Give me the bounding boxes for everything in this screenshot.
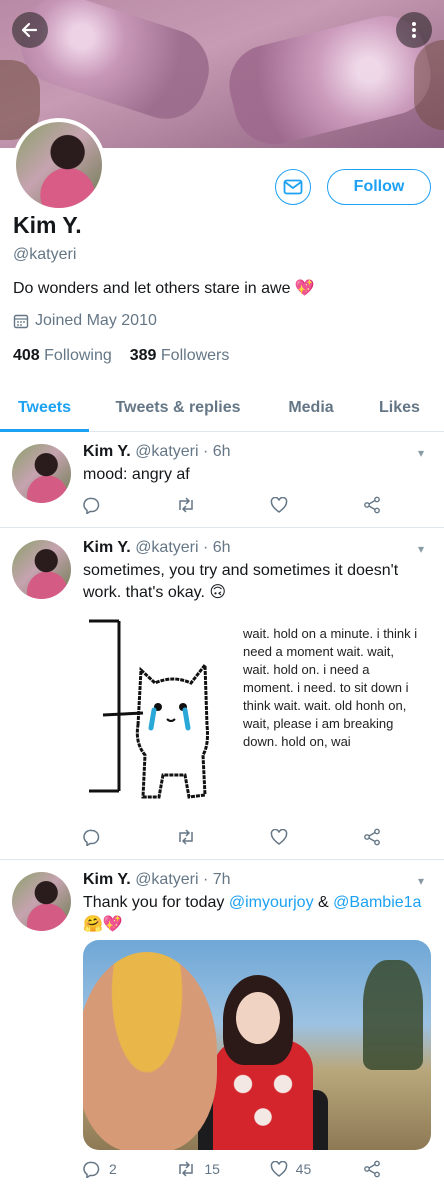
retweet-icon — [179, 497, 194, 513]
retweet-count: 15 — [204, 1161, 220, 1177]
profile-avatar[interactable] — [12, 118, 106, 212]
message-button[interactable] — [275, 169, 311, 205]
share-button[interactable] — [363, 496, 383, 514]
photo-face-cutout — [83, 952, 217, 1150]
banner-hand-right — [414, 40, 444, 130]
tweet-actions: 2 15 45 — [83, 1160, 383, 1178]
tweet-header: Kim Y. @katyeri · 6h — [83, 539, 231, 557]
reply-icon — [83, 829, 100, 846]
like-count: 45 — [295, 1161, 312, 1177]
like-button[interactable] — [270, 496, 340, 514]
tweet-avatar[interactable] — [12, 444, 71, 503]
reply-button[interactable]: 2 — [83, 1160, 153, 1178]
photo-girl-face — [236, 992, 280, 1044]
heart-icon — [270, 1161, 287, 1177]
profile-bio: Do wonders and let others stare in awe 💖 — [13, 280, 315, 297]
reply-icon — [83, 1161, 100, 1178]
share-icon — [364, 1160, 380, 1178]
followers-label: Followers — [160, 347, 230, 364]
more-vertical-icon — [412, 22, 416, 38]
tweet-actions — [83, 496, 383, 514]
retweet-button[interactable] — [176, 828, 246, 846]
profile-handle: @katyeri — [13, 246, 77, 263]
retweet-icon — [179, 829, 194, 845]
following-stat[interactable]: 408 Following — [13, 347, 112, 365]
like-button[interactable] — [270, 828, 340, 846]
chevron-down-icon[interactable]: ▾ — [418, 542, 424, 556]
tweet-text-prefix: Thank you for today — [83, 894, 225, 911]
chevron-down-icon[interactable]: ▾ — [418, 446, 424, 460]
tweet-header: Kim Y. @katyeri · 6h — [83, 443, 231, 461]
reply-icon — [83, 497, 100, 514]
tweet-text-mid: & — [318, 894, 329, 911]
chevron-down-icon[interactable]: ▾ — [418, 874, 424, 888]
tweet-meme-image[interactable]: wait. hold on a minute. i think i need a… — [83, 615, 431, 800]
following-label: Following — [44, 347, 112, 364]
tweet-header: Kim Y. @katyeri · 7h — [83, 871, 231, 889]
back-button[interactable] — [12, 12, 48, 48]
follow-button[interactable]: Follow — [327, 169, 431, 205]
tweet-text: Thank you for today @imyourjoy & @Bambie… — [83, 892, 423, 936]
tab-tweets-replies[interactable]: Tweets & replies — [89, 384, 267, 431]
following-count: 408 — [13, 347, 40, 364]
share-icon — [364, 828, 380, 846]
tweet-text-suffix: 🤗💖 — [83, 916, 123, 933]
profile-name: Kim Y. — [13, 212, 82, 238]
tab-likes[interactable]: Likes — [355, 384, 444, 431]
tweet-item[interactable]: Kim Y. @katyeri · 6h ▾ mood: angry af — [0, 432, 444, 528]
like-button[interactable]: 45 — [270, 1160, 340, 1178]
share-button[interactable] — [363, 828, 383, 846]
share-button[interactable] — [363, 1160, 383, 1178]
mention-link[interactable]: @imyourjoy — [229, 894, 314, 911]
tweet-avatar[interactable] — [12, 872, 71, 931]
calendar-icon — [13, 314, 29, 329]
more-options-button[interactable] — [396, 12, 432, 48]
mention-link[interactable]: @Bambie1a — [333, 894, 421, 911]
tweet-text: mood: angry af — [83, 466, 190, 483]
follow-stats: 408 Following 389 Followers — [13, 347, 229, 365]
tweet-photo[interactable] — [83, 940, 431, 1150]
meme-caption: wait. hold on a minute. i think i need a… — [243, 626, 418, 749]
share-icon — [364, 496, 380, 514]
heart-icon — [270, 497, 287, 513]
envelope-icon — [283, 179, 303, 195]
tab-tweets[interactable]: Tweets — [0, 384, 89, 432]
tweet-meta: @katyeri · 6h — [135, 539, 231, 556]
joined-text: Joined May 2010 — [35, 312, 157, 329]
tweet-author-name: Kim Y. — [83, 539, 131, 556]
photo-tree — [363, 960, 423, 1070]
heart-icon — [270, 829, 287, 845]
tweet-meta: @katyeri · 6h — [135, 443, 231, 460]
back-arrow-icon — [21, 22, 38, 38]
tweet-meta: @katyeri · 7h — [135, 871, 231, 888]
retweet-button[interactable]: 15 — [176, 1160, 246, 1178]
followers-count: 389 — [129, 347, 157, 364]
crying-cat-drawing — [89, 619, 209, 799]
reply-button[interactable] — [83, 496, 153, 514]
tweet-avatar[interactable] — [12, 540, 71, 599]
reply-button[interactable] — [83, 828, 153, 846]
retweet-button[interactable] — [176, 496, 246, 514]
tweet-author-name: Kim Y. — [83, 871, 131, 888]
tweet-actions — [83, 828, 383, 846]
retweet-icon — [179, 1161, 194, 1177]
profile-tabs: Tweets Tweets & replies Media Likes — [0, 384, 444, 432]
followers-stat[interactable]: 389 Followers — [130, 347, 230, 365]
joined-date: Joined May 2010 — [13, 312, 157, 330]
reply-count: 2 — [109, 1161, 117, 1177]
tweet-text: sometimes, you try and sometimes it does… — [83, 562, 399, 601]
tweet-author-name: Kim Y. — [83, 443, 131, 460]
tab-media[interactable]: Media — [267, 384, 355, 431]
